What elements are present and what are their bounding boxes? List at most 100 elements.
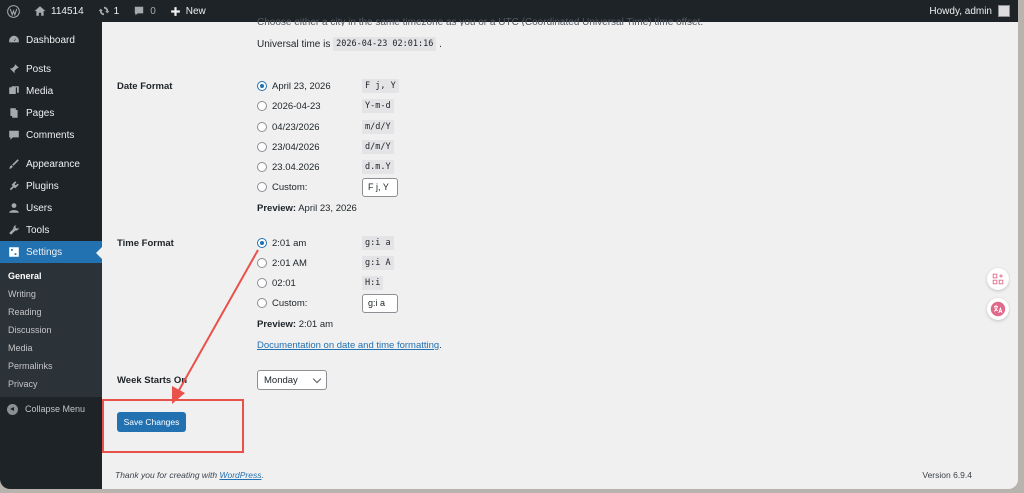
preview-value: 2:01 am: [298, 319, 334, 330]
radio-button[interactable]: [257, 162, 267, 172]
sidebar-item-settings[interactable]: Settings: [0, 241, 102, 263]
week-starts-select[interactable]: Monday: [257, 370, 327, 390]
sidebar-item-comments[interactable]: Comments: [0, 124, 102, 146]
radio-button[interactable]: [257, 81, 267, 91]
updates-count: 1: [113, 5, 120, 17]
time-format-code: g:i a: [362, 236, 394, 250]
wrench-icon: [7, 224, 20, 237]
site-name: 114514: [51, 5, 84, 17]
timezone-description: Choose either a city in the same timezon…: [257, 17, 704, 26]
plus-icon: [170, 6, 180, 16]
radio-button[interactable]: [257, 278, 267, 288]
preview-label: Preview:: [257, 319, 297, 330]
wordpress-link[interactable]: WordPress: [219, 470, 261, 480]
week-starts-value: Monday: [264, 374, 298, 386]
time-format-option[interactable]: 02:01 H:i: [257, 275, 384, 291]
date-preview: Preview: April 23, 2026: [257, 203, 357, 214]
radio-button[interactable]: [257, 182, 267, 192]
time-format-code: H:i: [362, 276, 384, 290]
collapse-label: Collapse Menu: [25, 404, 86, 414]
date-format-code: m/d/Y: [362, 120, 394, 134]
sidebar-item-appearance[interactable]: Appearance: [0, 153, 102, 175]
date-format-code: d/m/Y: [362, 140, 394, 154]
settings-content: Choose either a city in the same timezon…: [102, 17, 1018, 489]
radio-button[interactable]: [257, 142, 267, 152]
avatar: [998, 5, 1010, 17]
new-label: New: [185, 5, 206, 17]
submenu-item-general[interactable]: General: [0, 267, 102, 285]
submenu-item-privacy[interactable]: Privacy: [0, 375, 102, 393]
sidebar-item-label: Dashboard: [26, 34, 75, 46]
sidebar-item-users[interactable]: Users: [0, 197, 102, 219]
settings-icon: [7, 246, 20, 259]
submenu-item-permalinks[interactable]: Permalinks: [0, 357, 102, 375]
comment-bubble-icon: [135, 6, 144, 16]
date-format-code: F j, Y: [362, 79, 399, 93]
collapse-menu-button[interactable]: Collapse Menu: [0, 397, 102, 421]
radio-button[interactable]: [257, 298, 267, 308]
date-format-option[interactable]: 04/23/2026 m/d/Y: [257, 119, 394, 135]
howdy-text: Howdy, admin: [929, 5, 992, 17]
home-icon: [34, 6, 46, 16]
sidebar-item-dashboard[interactable]: Dashboard: [0, 29, 102, 51]
site-name-link[interactable]: 114514: [27, 0, 91, 22]
sidebar-item-label: Posts: [26, 63, 52, 75]
my-account[interactable]: Howdy, admin: [929, 5, 1018, 17]
comments-link[interactable]: 0: [126, 0, 163, 22]
custom-date-format-input[interactable]: F j, Y: [362, 177, 398, 197]
custom-time-format-input[interactable]: g:i a: [362, 293, 398, 313]
submenu-item-reading[interactable]: Reading: [0, 303, 102, 321]
time-format-option[interactable]: 2:01 am g:i a: [257, 235, 394, 251]
submenu-item-discussion[interactable]: Discussion: [0, 321, 102, 339]
user-icon: [7, 202, 20, 215]
scrollbar[interactable]: [1010, 22, 1018, 489]
sidebar-item-label: Tools: [26, 224, 50, 236]
footer-thanks-suffix: .: [261, 470, 264, 480]
documentation-line: Documentation on date and time formattin…: [257, 340, 442, 351]
time-preview: Preview: 2:01 am: [257, 319, 333, 330]
time-format-custom-option[interactable]: Custom: g:i a: [257, 293, 398, 313]
submenu-item-media[interactable]: Media: [0, 339, 102, 357]
date-format-option[interactable]: 2026-04-23 Y-m-d: [257, 98, 394, 114]
radio-button[interactable]: [257, 258, 267, 268]
footer-version: Version 6.9.4: [922, 470, 972, 480]
sidebar-item-label: Pages: [26, 107, 55, 119]
media-icon: [7, 85, 20, 98]
sidebar-item-label: Settings: [26, 246, 63, 258]
sidebar-item-tools[interactable]: Tools: [0, 219, 102, 241]
wordpress-logo[interactable]: [0, 0, 27, 22]
radio-button[interactable]: [257, 122, 267, 132]
plugin-icon: [7, 180, 20, 193]
time-format-option[interactable]: 2:01 AM g:i A: [257, 255, 394, 271]
date-format-option[interactable]: 23.04.2026 d.m.Y: [257, 159, 394, 175]
sidebar-item-pages[interactable]: Pages: [0, 102, 102, 124]
sidebar-item-label: Users: [26, 202, 53, 214]
updates-link[interactable]: 1: [91, 0, 127, 22]
floating-translate-button[interactable]: [987, 298, 1009, 320]
date-format-custom-option[interactable]: Custom: F j, Y: [257, 177, 398, 197]
date-format-option[interactable]: 23/04/2026 d/m/Y: [257, 139, 394, 155]
date-format-option[interactable]: April 23, 2026 F j, Y: [257, 78, 399, 94]
sidebar-item-posts[interactable]: Posts: [0, 58, 102, 80]
translate-icon: [990, 301, 1006, 317]
universal-time-suffix: .: [439, 38, 442, 50]
browser-frame: 114514 1 0 New Howdy, admin Dashboard Po…: [0, 0, 1018, 489]
universal-time-value: 2026-04-23 02:01:16: [333, 37, 437, 51]
documentation-link[interactable]: Documentation on date and time formattin…: [257, 340, 439, 351]
radio-button[interactable]: [257, 101, 267, 111]
chevron-down-icon: [312, 374, 322, 384]
radio-button[interactable]: [257, 238, 267, 248]
sidebar-item-label: Comments: [26, 129, 75, 141]
custom-label: Custom:: [272, 297, 308, 309]
preview-value: April 23, 2026: [298, 203, 357, 214]
submenu-item-writing[interactable]: Writing: [0, 285, 102, 303]
floating-apps-button[interactable]: [987, 268, 1009, 290]
footer-thanks: Thank you for creating with WordPress.: [115, 470, 264, 480]
sidebar-item-media[interactable]: Media: [0, 80, 102, 102]
time-format-code: g:i A: [362, 256, 394, 270]
sidebar-item-plugins[interactable]: Plugins: [0, 175, 102, 197]
brush-icon: [7, 158, 20, 171]
doc-suffix: .: [439, 340, 442, 351]
new-content-link[interactable]: New: [163, 0, 213, 22]
comments-count: 0: [150, 5, 156, 17]
